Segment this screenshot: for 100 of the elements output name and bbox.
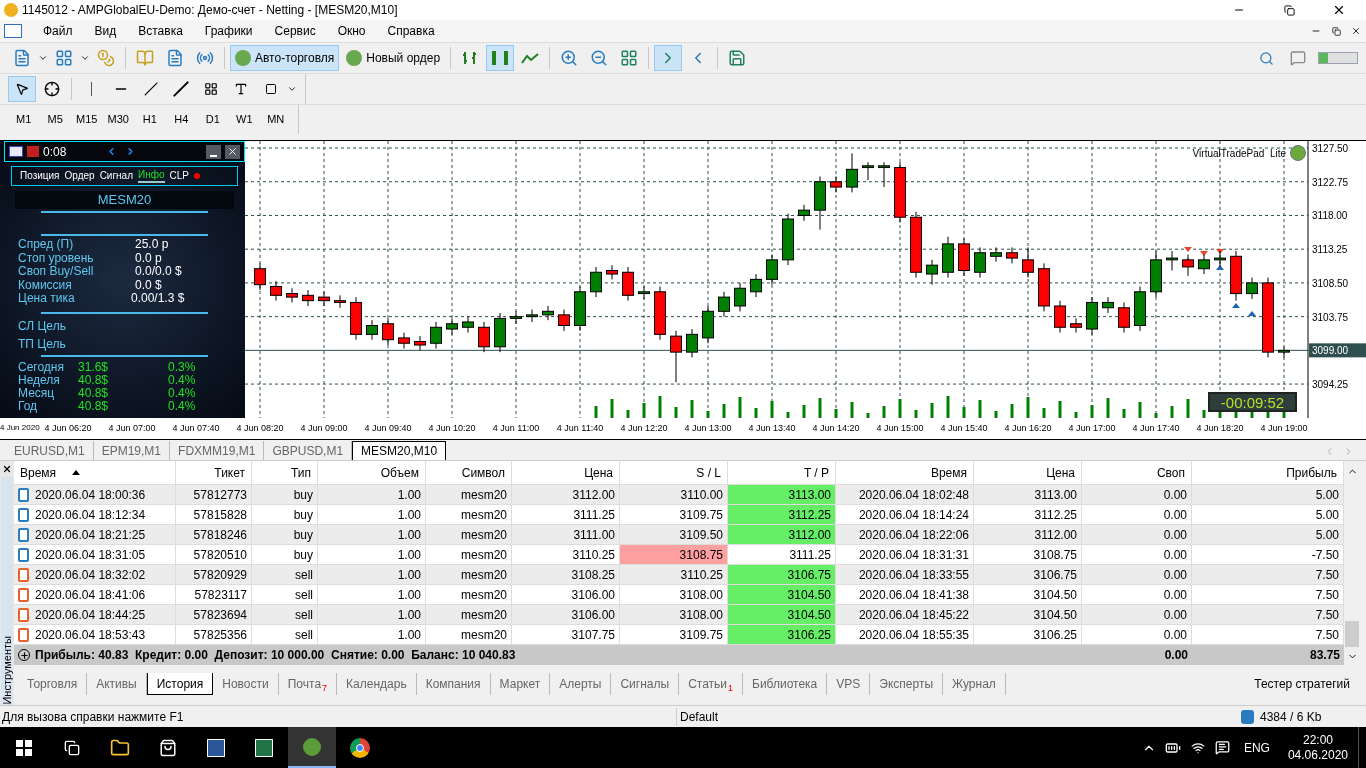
strategy-tester-tab[interactable]: Тестер стратегий <box>1254 675 1366 693</box>
language-indicator[interactable]: ENG <box>1235 738 1278 757</box>
candlestick <box>430 321 442 350</box>
column-header[interactable]: Тикет <box>176 461 252 484</box>
bottom-tab[interactable]: Эксперты <box>870 673 943 695</box>
history-row[interactable]: 2020.06.04 18:31:05 57820510 buy 1.00 mesm20 3110.25 3108.75 3111.25 2020.06.04 18:31:31 3108.75 0.00 -7.50 <box>14 545 1344 565</box>
close-button[interactable] <box>225 144 240 159</box>
toolbar-button[interactable]: Новый ордер <box>341 45 446 71</box>
summary-text: Прибыль: 40.83 Кредит: 0.00 Депозит: 10 000.00 Снятие: 0.00 Баланс: 10 040.83 <box>35 647 516 664</box>
candlestick <box>558 309 570 332</box>
chart-tab[interactable]: FDXMM19,M1 <box>170 441 265 460</box>
timeframe-button[interactable]: H1 <box>134 111 166 128</box>
toolbar-button[interactable]: Авто-торговля <box>230 45 340 71</box>
bottom-tab[interactable]: Компания <box>416 673 491 695</box>
arrow-right-icon[interactable] <box>125 146 136 157</box>
column-header[interactable]: Объем <box>318 461 426 484</box>
column-header[interactable]: Своп <box>1082 461 1192 484</box>
column-header[interactable]: Тип <box>252 461 318 484</box>
column-header[interactable]: Цена <box>974 461 1082 484</box>
target-label: ТП Цель <box>17 337 67 350</box>
bottom-tab[interactable]: Торговля <box>18 673 88 695</box>
bottom-tab[interactable]: Журнал <box>943 673 1006 695</box>
expand-icon[interactable] <box>18 649 30 661</box>
auto-scroll-icon[interactable] <box>654 45 683 71</box>
bottom-tab[interactable]: VPS <box>827 673 871 695</box>
table-cell: 57812773 <box>176 485 252 504</box>
timeframe-button[interactable]: D1 <box>197 111 229 128</box>
history-row[interactable]: 2020.06.04 18:44:25 57823694 sell 1.00 mesm20 3106.00 3108.00 3104.50 2020.06.04 18:45:22 3104.50 0.00 7.50 <box>14 605 1344 625</box>
candlestick <box>862 161 874 181</box>
panel-tab[interactable]: Сигнал <box>99 170 133 182</box>
candlestick <box>878 161 890 188</box>
dropdown-caret-icon[interactable] <box>38 53 48 63</box>
menu-item[interactable]: Графики <box>193 22 264 40</box>
clock-date[interactable]: 04.06.2020 <box>1287 747 1348 763</box>
panel-tab[interactable]: Позиция <box>20 170 60 182</box>
table-cell: 2020.06.04 18:44:25 <box>14 605 176 624</box>
timeframe-button[interactable]: M15 <box>71 111 103 128</box>
menu-item[interactable]: Вид <box>83 22 128 40</box>
volume-bar <box>594 406 598 418</box>
cursor-icon[interactable] <box>8 76 36 102</box>
dropdown-caret-icon[interactable] <box>287 84 297 94</box>
table-cell: 3106.00 <box>512 605 620 624</box>
bottom-tab[interactable]: Библиотека <box>743 673 828 695</box>
volume-bar <box>962 407 966 418</box>
period-amount: 31.6$ <box>78 360 110 374</box>
search-icon[interactable] <box>1259 50 1274 66</box>
bottom-tab[interactable]: Алерты <box>550 673 612 695</box>
history-row[interactable]: 2020.06.04 18:41:06 57823117 sell 1.00 mesm20 3106.00 3108.00 3104.50 2020.06.04 18:41:38 3104.50 0.00 7.50 <box>14 585 1344 605</box>
volume-bar <box>1138 402 1142 418</box>
scrollbar-thumb[interactable] <box>1345 621 1359 647</box>
column-header[interactable]: Символ <box>426 461 512 484</box>
history-row[interactable]: 2020.06.04 18:32:02 57820929 sell 1.00 mesm20 3108.25 3110.25 3106.75 2020.06.04 18:33:55 3106.75 0.00 7.50 <box>14 565 1344 585</box>
chart-tab[interactable]: EURUSD,M1 <box>6 441 94 460</box>
table-cell: 3106.00 <box>512 585 620 604</box>
menu-item[interactable]: Файл <box>32 22 84 40</box>
column-header[interactable]: T / P <box>728 461 836 484</box>
table-cell: 0.00 <box>1082 485 1192 504</box>
bottom-tab[interactable]: Новости <box>213 673 279 695</box>
timeframe-button[interactable]: M5 <box>39 111 71 128</box>
chart-tab[interactable]: EPM19,M1 <box>93 441 171 460</box>
panel-tab[interactable]: CLP <box>169 170 189 182</box>
candlestick <box>254 262 266 291</box>
history-row[interactable]: 2020.06.04 18:53:43 57825356 sell 1.00 mesm20 3107.75 3109.75 3106.25 2020.06.04 18:55:35 3106.25 0.00 7.50 <box>14 625 1344 645</box>
dropdown-caret-icon[interactable] <box>80 53 90 63</box>
bottom-tab[interactable]: Активы <box>87 673 147 695</box>
timeframe-button[interactable]: MN <box>260 111 292 128</box>
clock-time[interactable]: 22:00 <box>1302 732 1333 748</box>
candlestick-icon[interactable] <box>486 45 515 71</box>
panel-tab[interactable]: Инфо <box>138 169 165 183</box>
timeframe-button[interactable]: M1 <box>8 111 40 128</box>
timeframe-button[interactable]: W1 <box>228 111 260 128</box>
column-header[interactable]: S / L <box>620 461 728 484</box>
volume-bar <box>658 396 662 418</box>
menu-item[interactable]: Окно <box>326 22 377 40</box>
column-header[interactable]: Время <box>836 461 974 484</box>
column-header[interactable]: Время <box>14 461 176 484</box>
candlestick <box>286 287 298 303</box>
timeframe-button[interactable]: H4 <box>165 111 197 128</box>
history-row[interactable]: 2020.06.04 18:21:25 57818246 buy 1.00 mesm20 3111.00 3109.50 3112.00 2020.06.04 18:22:06 3112.00 0.00 5.00 <box>14 525 1344 545</box>
bottom-tab[interactable]: Маркет <box>490 673 551 695</box>
minimize-button[interactable] <box>206 144 221 159</box>
chat-icon[interactable] <box>1290 50 1306 66</box>
bottom-tab[interactable]: Сигналы <box>611 673 680 695</box>
menu-item[interactable]: Сервис <box>263 22 327 40</box>
panel-tab[interactable]: Ордер <box>64 170 95 182</box>
table-cell: 3112.00 <box>728 525 836 544</box>
timeframe-button[interactable]: M30 <box>102 111 134 128</box>
volume-bar <box>1042 408 1046 418</box>
menu-item[interactable]: Справка <box>376 22 446 40</box>
history-row[interactable]: 2020.06.04 18:12:34 57815828 buy 1.00 mesm20 3111.25 3109.75 3112.25 2020.06.04 18:14:24 3112.25 0.00 5.00 <box>14 505 1344 525</box>
table-cell: sell <box>252 565 318 584</box>
table-cell: 0.00 <box>1082 525 1192 544</box>
bottom-tab[interactable]: История <box>146 673 214 695</box>
column-header[interactable]: Цена <box>512 461 620 484</box>
chart-tab[interactable]: MESM20,M10 <box>352 441 447 460</box>
history-row[interactable]: 2020.06.04 18:00:36 57812773 buy 1.00 mesm20 3112.00 3110.00 3113.00 2020.06.04 18:02:48 3113.00 0.00 5.00 <box>14 485 1344 505</box>
table-cell: 57818246 <box>176 525 252 544</box>
bottom-tab[interactable]: Календарь <box>337 673 417 695</box>
price-axis-label: 3127.50 <box>1312 143 1349 155</box>
menu-item[interactable]: Вставка <box>127 22 194 40</box>
